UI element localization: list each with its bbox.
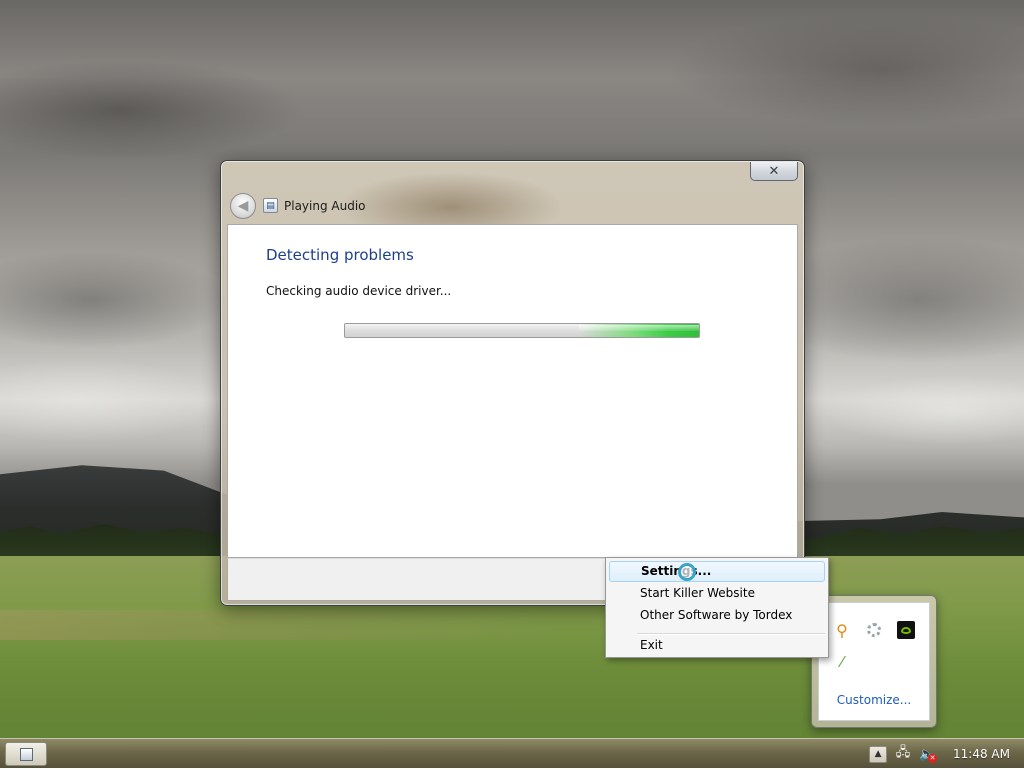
pen-icon[interactable]: ⁄ (833, 653, 851, 671)
system-tray: ▲ 🖧 🔈 ✕ 11:48 AM (869, 739, 1024, 769)
menu-item-start-killer-website[interactable]: Start Killer Website (609, 583, 825, 604)
volume-muted-icon[interactable]: 🔈 ✕ (917, 744, 938, 764)
start-button[interactable] (5, 742, 47, 766)
window-glass-backdrop (281, 167, 601, 225)
customize-link[interactable]: Customize... (819, 693, 929, 707)
troubleshooter-app-icon: ▤ (263, 198, 278, 213)
menu-item-exit[interactable]: Exit (609, 635, 825, 656)
busy-cursor-icon (678, 563, 696, 581)
back-arrow-icon: ◀ (237, 197, 249, 214)
progress-fill (578, 324, 699, 337)
taskbar-clock[interactable]: 11:48 AM (941, 747, 1024, 761)
page-heading: Detecting problems (266, 246, 414, 264)
window-content: Detecting problems Checking audio device… (227, 224, 798, 558)
tray-overflow-panel: ⚲ ⁄ Customize... (818, 602, 930, 721)
troubleshooter-window: ✕ ◀ ▤ Playing Audio Detecting problems C… (220, 160, 805, 606)
ring-icon[interactable] (865, 621, 883, 639)
error-badge-icon: ✕ (928, 754, 938, 763)
window-title-area: ▤ Playing Audio (263, 198, 366, 213)
tray-overflow-flyout: ⚲ ⁄ Customize... (811, 595, 937, 728)
network-icon[interactable]: 🖧 (893, 744, 913, 764)
nvidia-icon[interactable] (897, 621, 915, 639)
close-icon: ✕ (768, 163, 780, 179)
back-button[interactable]: ◀ (230, 193, 256, 219)
menu-item-settings[interactable]: Settings... (609, 561, 825, 582)
window-title: Playing Audio (284, 198, 366, 213)
wallpaper-grass-streak (0, 610, 560, 640)
context-menu: Settings... Start Killer Website Other S… (605, 557, 829, 658)
chevron-up-icon: ▲ (874, 749, 882, 759)
taskbar: ▲ 🖧 🔈 ✕ 11:48 AM (0, 738, 1024, 768)
start-icon (19, 747, 33, 761)
menu-item-other-software[interactable]: Other Software by Tordex (609, 605, 825, 626)
key-icon[interactable]: ⚲ (833, 621, 851, 640)
status-text: Checking audio device driver... (266, 284, 452, 298)
show-hidden-icons-button[interactable]: ▲ (869, 745, 888, 763)
close-button[interactable]: ✕ (750, 162, 798, 181)
progress-bar (344, 323, 700, 338)
